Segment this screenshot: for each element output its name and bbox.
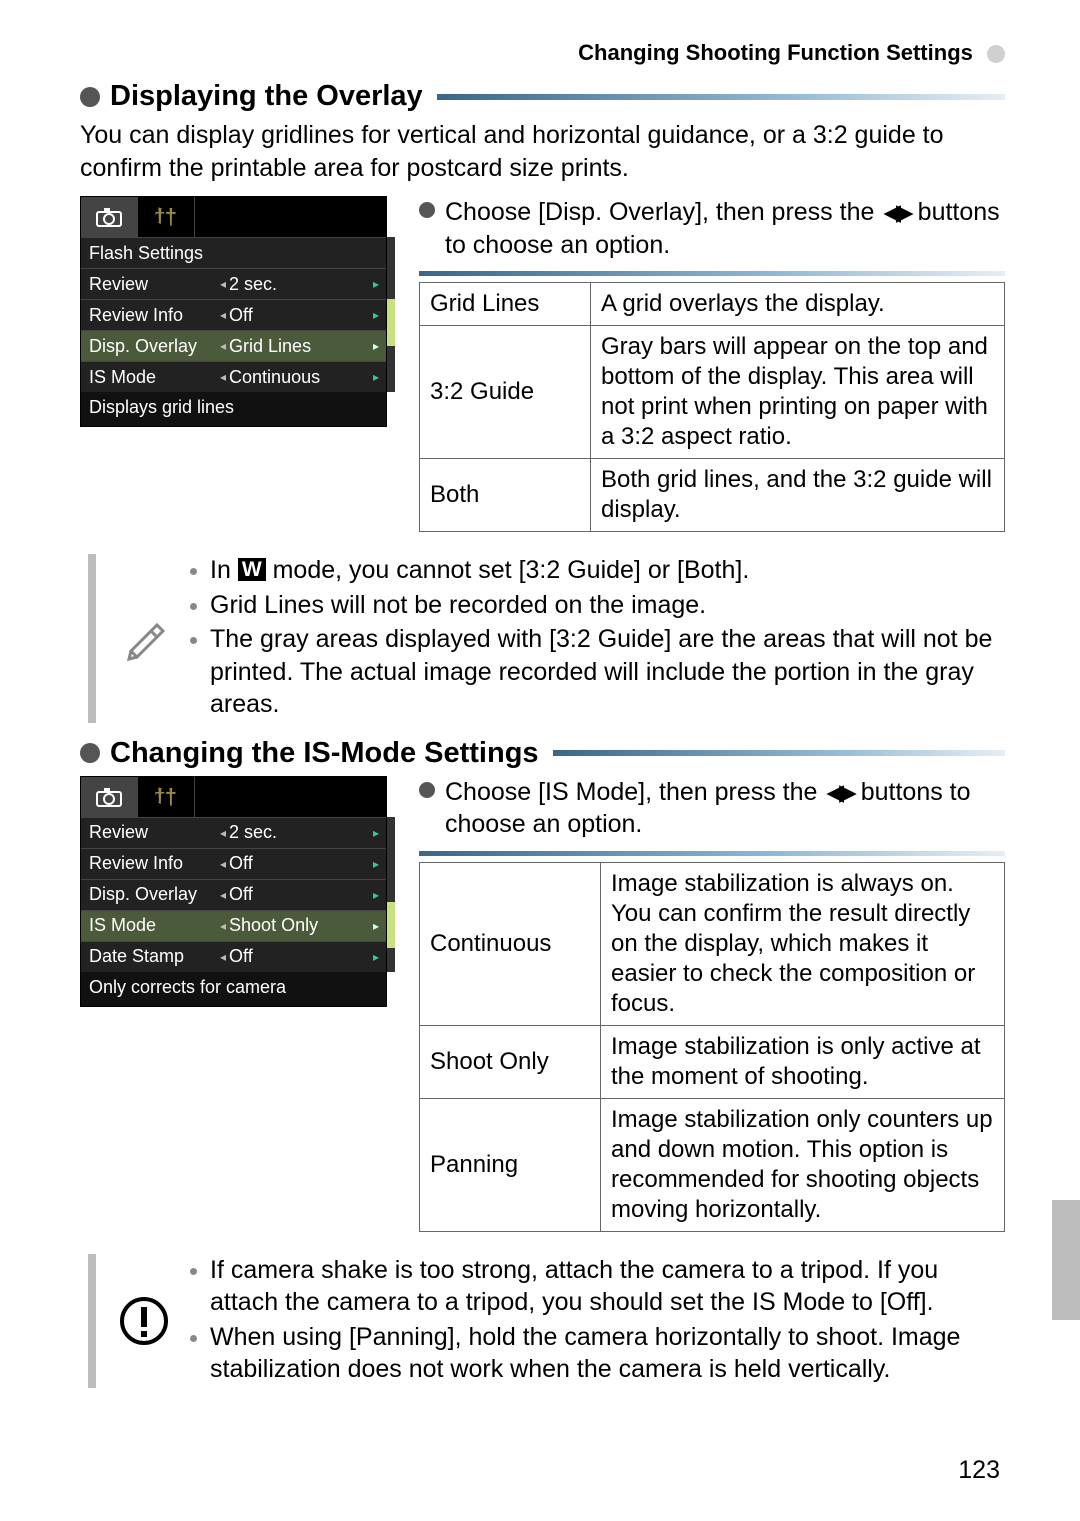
camera-tabs: ϯ† (81, 197, 386, 237)
left-arrow-icon: ◂ (220, 339, 226, 353)
note-item: Grid Lines will not be recorded on the i… (210, 589, 1005, 622)
menu-row-review-info: Review Info ◂ Off ▸ (81, 848, 386, 879)
right-arrow-icon: ▸ (373, 339, 379, 353)
bullet-icon (419, 782, 435, 798)
camera-tab-shooting (81, 197, 138, 237)
page-number: 123 (958, 1456, 1000, 1485)
left-arrow-icon: ◂ (220, 277, 226, 291)
table-row: 3:2 GuideGray bars will appear on the to… (420, 326, 1005, 459)
left-arrow-icon: ◂ (220, 888, 226, 902)
menu-row-review-info: Review Info ◂ Off ▸ (81, 299, 386, 330)
header-dot-icon (987, 45, 1005, 63)
menu-row-date-stamp: Date Stamp ◂ Off ▸ (81, 941, 386, 972)
right-arrow-icon: ▸ (373, 308, 379, 322)
bullet-icon (80, 87, 100, 107)
table-top-rule (419, 271, 1005, 276)
table-row: PanningImage stabilization only counters… (420, 1098, 1005, 1231)
right-arrow-icon: ▸ (373, 857, 379, 871)
bullet-icon (80, 743, 100, 763)
caution-icon (114, 1254, 174, 1388)
menu-row-disp-overlay: Disp. Overlay ◂ Off ▸ (81, 879, 386, 910)
section-title-ismode: Changing the IS-Mode Settings (80, 737, 1005, 770)
menu-row-disp-overlay: Disp. Overlay ◂ Grid Lines ▸ (81, 330, 386, 361)
table-row: Grid LinesA grid overlays the display. (420, 283, 1005, 326)
table-row: BothBoth grid lines, and the 3:2 guide w… (420, 459, 1005, 532)
section-title-text: Displaying the Overlay (110, 80, 423, 113)
left-arrow-icon: ◂ (220, 826, 226, 840)
camera-menu-screenshot-1: ϯ† Flash Settings Review ◂ 2 sec. ▸ Revi… (80, 196, 387, 427)
left-right-arrow-icon: ◀▶ (883, 199, 908, 225)
camera-tab-tools: ϯ† (138, 197, 195, 237)
menu-row-is-mode: IS Mode ◂ Shoot Only ▸ (81, 910, 386, 941)
ismode-options-table: ContinuousImage stabilization is always … (419, 862, 1005, 1232)
menu-scrollbar (387, 817, 395, 972)
camera-tab-shooting (81, 777, 138, 817)
section2-note: If camera shake is too strong, attach th… (88, 1254, 1005, 1388)
left-arrow-icon: ◂ (220, 308, 226, 322)
note-item: The gray areas displayed with [3:2 Guide… (210, 623, 1005, 721)
overlay-options-table: Grid LinesA grid overlays the display. 3… (419, 282, 1005, 532)
note-bar (88, 554, 96, 723)
right-arrow-icon: ▸ (373, 277, 379, 291)
menu-row-flash: Flash Settings (81, 237, 386, 268)
note-item: If camera shake is too strong, attach th… (210, 1254, 1005, 1319)
menu-row-review: Review ◂ 2 sec. ▸ (81, 268, 386, 299)
page-thumb-tab (1052, 1200, 1080, 1320)
section2-instruction: Choose [IS Mode], then press the ◀▶ butt… (419, 776, 1005, 841)
camera-tab-tools: ϯ† (138, 777, 195, 817)
left-arrow-icon: ◂ (220, 919, 226, 933)
wide-mode-icon: W (238, 558, 266, 581)
table-row: ContinuousImage stabilization is always … (420, 862, 1005, 1025)
menu-scrollbar (387, 237, 395, 392)
bullet-icon (419, 202, 435, 218)
note-item: In W mode, you cannot set [3:2 Guide] or… (210, 554, 1005, 587)
left-right-arrow-icon: ◀▶ (826, 779, 851, 805)
menu-footer: Only corrects for camera (81, 972, 386, 1006)
table-row: Shoot OnlyImage stabilization is only ac… (420, 1025, 1005, 1098)
page-header-text: Changing Shooting Function Settings (578, 40, 973, 65)
right-arrow-icon: ▸ (373, 919, 379, 933)
left-arrow-icon: ◂ (220, 857, 226, 871)
right-arrow-icon: ▸ (373, 826, 379, 840)
section1-instruction: Choose [Disp. Overlay], then press the ◀… (419, 196, 1005, 261)
left-arrow-icon: ◂ (220, 370, 226, 384)
section1-note: In W mode, you cannot set [3:2 Guide] or… (88, 554, 1005, 723)
section-title-overlay: Displaying the Overlay (80, 80, 1005, 113)
right-arrow-icon: ▸ (373, 370, 379, 384)
left-arrow-icon: ◂ (220, 950, 226, 964)
title-rule (437, 94, 1005, 100)
title-rule (553, 750, 1005, 756)
page-header: Changing Shooting Function Settings (80, 40, 1005, 66)
camera-menu-screenshot-2: ϯ† Review ◂ 2 sec. ▸ Review Info ◂ Off ▸ (80, 776, 387, 1007)
right-arrow-icon: ▸ (373, 888, 379, 902)
menu-row-review: Review ◂ 2 sec. ▸ (81, 817, 386, 848)
right-arrow-icon: ▸ (373, 950, 379, 964)
section1-intro: You can display gridlines for vertical a… (80, 119, 1005, 184)
section-title-text: Changing the IS-Mode Settings (110, 737, 539, 770)
menu-row-is-mode: IS Mode ◂ Continuous ▸ (81, 361, 386, 392)
note-item: When using [Panning], hold the camera ho… (210, 1321, 1005, 1386)
menu-footer: Displays grid lines (81, 392, 386, 426)
camera-tabs: ϯ† (81, 777, 386, 817)
pencil-note-icon (114, 554, 174, 723)
note-bar (88, 1254, 96, 1388)
table-top-rule (419, 851, 1005, 856)
